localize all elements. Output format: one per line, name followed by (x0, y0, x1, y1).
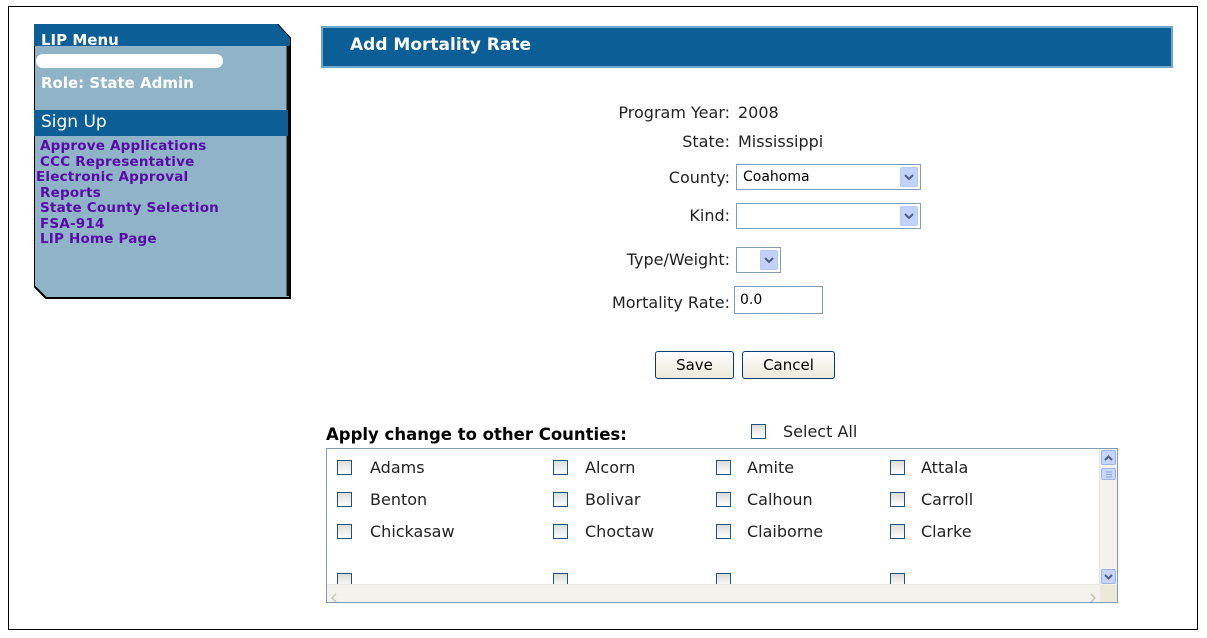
cancel-button[interactable]: Cancel (742, 351, 835, 379)
county-label-chickasaw: Chickasaw (370, 522, 455, 541)
link-reports[interactable]: Reports (40, 185, 219, 202)
county-label-adams: Adams (370, 458, 425, 477)
type-weight-label: Type/Weight: (626, 250, 730, 269)
county-checkbox-choctaw[interactable] (553, 524, 568, 539)
vertical-scrollbar[interactable] (1099, 449, 1117, 585)
county-list[interactable]: Adams Alcorn Amite Attala Benton Bolivar… (326, 448, 1118, 603)
mortality-rate-value: 0.0 (740, 292, 763, 308)
county-label-claiborne: Claiborne (747, 522, 824, 541)
program-year-value: 2008 (738, 103, 779, 122)
county-label-bolivar: Bolivar (585, 490, 641, 509)
program-year-label: Program Year: (618, 103, 730, 122)
county-label-amite: Amite (747, 458, 795, 477)
select-all-checkbox[interactable] (751, 424, 766, 439)
user-name-redacted (36, 54, 223, 68)
state-label: State: (682, 132, 730, 151)
scroll-right-icon[interactable] (1089, 588, 1097, 602)
link-approve-applications[interactable]: Approve Applications (40, 138, 219, 155)
page-header: Add Mortality Rate (321, 26, 1173, 68)
kind-select[interactable] (736, 203, 921, 229)
county-label-calhoun: Calhoun (747, 490, 813, 509)
county-label-alcorn: Alcorn (585, 458, 636, 477)
select-all-label: Select All (783, 422, 858, 441)
scroll-down-icon[interactable] (1101, 569, 1116, 584)
link-fsa-914[interactable]: FSA-914 (40, 216, 219, 233)
signup-label: Sign Up (41, 112, 107, 132)
county-checkbox-attala[interactable] (890, 460, 905, 475)
scrollbar-corner (1100, 585, 1117, 602)
county-select[interactable]: Coahoma (736, 164, 921, 190)
link-lip-home-page[interactable]: LIP Home Page (40, 231, 219, 248)
link-state-county-selection[interactable]: State County Selection (40, 200, 219, 217)
county-label-choctaw: Choctaw (585, 522, 655, 541)
menu-title: LIP Menu (41, 31, 119, 49)
chevron-down-icon[interactable] (900, 167, 918, 187)
signup-section-header: Sign Up (34, 110, 288, 136)
county-label-carroll: Carroll (921, 490, 974, 509)
county-checkbox-benton[interactable] (337, 492, 352, 507)
county-selected-value: Coahoma (743, 169, 810, 185)
county-label-clarke: Clarke (921, 522, 972, 541)
link-electronic-approval[interactable]: Electronic Approval (36, 169, 219, 186)
county-label-benton: Benton (370, 490, 428, 509)
county-label-attala: Attala (921, 458, 969, 477)
link-ccc-representative[interactable]: CCC Representative (40, 154, 219, 171)
type-weight-select[interactable] (736, 247, 781, 273)
county-checkbox-carroll[interactable] (890, 492, 905, 507)
county-checkbox-calhoun[interactable] (716, 492, 731, 507)
county-checkbox-claiborne[interactable] (716, 524, 731, 539)
horizontal-scrollbar[interactable] (327, 584, 1100, 602)
menu-links: Approve Applications CCC Representative … (36, 138, 219, 248)
county-checkbox-adams[interactable] (337, 460, 352, 475)
save-button[interactable]: Save (655, 351, 734, 379)
county-label: County: (668, 168, 730, 187)
role-label: Role: State Admin (41, 74, 194, 92)
scroll-thumb[interactable] (1101, 468, 1116, 480)
county-checkbox-alcorn[interactable] (553, 460, 568, 475)
chevron-down-icon[interactable] (900, 206, 918, 226)
county-checkbox-clarke[interactable] (890, 524, 905, 539)
kind-label: Kind: (689, 206, 730, 225)
state-value: Mississippi (738, 132, 824, 151)
chevron-down-icon[interactable] (760, 250, 778, 270)
county-checkbox-chickasaw[interactable] (337, 524, 352, 539)
scroll-left-icon[interactable] (330, 588, 338, 602)
county-checkbox-bolivar[interactable] (553, 492, 568, 507)
county-checkbox-amite[interactable] (716, 460, 731, 475)
page-title: Add Mortality Rate (350, 35, 531, 55)
scroll-up-icon[interactable] (1101, 450, 1116, 465)
apply-counties-label: Apply change to other Counties: (326, 425, 627, 444)
mortality-rate-input[interactable]: 0.0 (734, 286, 823, 314)
mortality-rate-label: Mortality Rate: (611, 293, 730, 312)
